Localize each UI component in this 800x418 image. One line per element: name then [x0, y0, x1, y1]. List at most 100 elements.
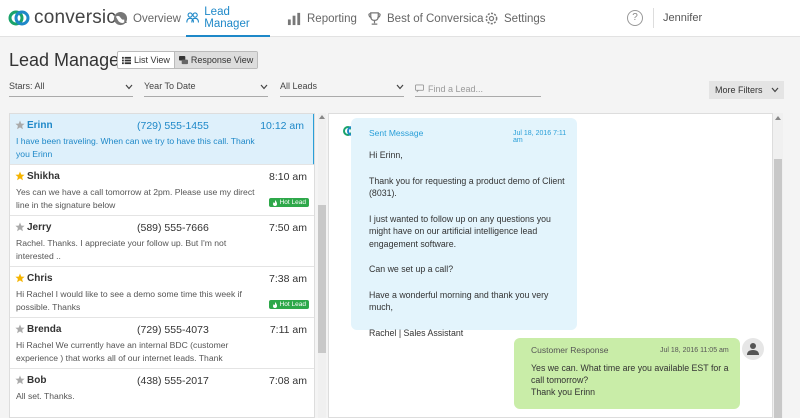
scroll-up-icon[interactable]: [319, 115, 325, 119]
gear-icon: [485, 12, 498, 25]
conversation-scrollbar[interactable]: [773, 113, 783, 418]
lead-list: Erinn (729) 555-1455 10:12 am I have bee…: [9, 113, 315, 418]
stars-filter-value: Stars: All: [9, 81, 45, 91]
lead-item-shikha[interactable]: Shikha 8:10 am Yes can we have a call to…: [10, 165, 314, 216]
scroll-thumb[interactable]: [774, 159, 782, 418]
response-view-button[interactable]: Response View: [173, 52, 258, 68]
hot-lead-label: Hot Lead: [279, 301, 306, 308]
list-view-button[interactable]: List View: [118, 52, 174, 68]
customer-response-bubble: Customer Response Jul 18, 2016 11:05 am …: [514, 338, 740, 409]
message-paragraph: Thank you for requesting a product demo …: [369, 175, 565, 199]
sent-message-body: Hi Erinn, Thank you for requesting a pro…: [369, 149, 569, 352]
lead-name: Erinn: [27, 120, 53, 131]
brand-logo[interactable]: conversica: [8, 7, 127, 29]
bar-chart-icon: [287, 12, 301, 26]
customer-response-body: Yes we can. What time are you available …: [531, 362, 731, 398]
message-paragraph: Have a wonderful morning and thank you v…: [369, 289, 549, 313]
chevron-down-icon: [125, 84, 133, 90]
lead-time: 7:11 am: [269, 324, 307, 336]
page-title: Lead Manager: [9, 50, 126, 70]
sent-message-bubble: Sent Message Jul 18, 2016 7:11 am Hi Eri…: [351, 118, 577, 338]
nav-label: Lead Manager: [204, 5, 250, 30]
lead-time: 7:38 am: [269, 273, 307, 285]
response-line: Thank you Erinn: [531, 387, 596, 397]
nav-overview[interactable]: Overview: [113, 0, 181, 37]
lead-name: Bob: [27, 375, 47, 386]
message-paragraph: I just wanted to follow up on any questi…: [369, 213, 551, 249]
nav-reporting[interactable]: Reporting: [287, 0, 357, 37]
scroll-up-icon[interactable]: [775, 116, 781, 120]
lead-list-scrollbar[interactable]: [318, 113, 326, 418]
leads-filter[interactable]: All Leads: [280, 81, 404, 97]
list-icon: [122, 56, 131, 64]
star-empty-icon[interactable]: [15, 120, 25, 130]
lead-message: Rachel. Thanks. I appreciate your follow…: [16, 238, 227, 261]
lead-name: Shikha: [27, 171, 60, 182]
lead-phone: (438) 555-2017: [137, 375, 209, 387]
lead-time: 7:08 am: [269, 375, 307, 387]
period-filter[interactable]: Year To Date: [144, 81, 268, 97]
chat-bubbles-icon: [178, 55, 188, 64]
conversica-logo-icon: [8, 10, 30, 26]
nav-lead-manager[interactable]: Lead Manager: [186, 0, 270, 37]
lead-message: Hi Rachel I would like to see a demo som…: [16, 289, 242, 312]
lead-name: Chris: [27, 273, 53, 284]
help-icon[interactable]: ?: [627, 10, 643, 26]
lead-message: Hi Rachel We currently have an internal …: [16, 340, 229, 363]
lead-item-brenda[interactable]: Brenda (729) 555-4073 7:11 am Hi Rachel …: [10, 318, 314, 369]
nav-divider: [653, 8, 654, 28]
lead-item-chris[interactable]: Chris 7:38 am Hi Rachel I would like to …: [10, 267, 314, 318]
lead-time: 10:12 am: [260, 120, 304, 132]
lead-phone: (729) 555-4073: [137, 324, 209, 336]
chevron-down-icon: [771, 87, 779, 93]
star-empty-icon[interactable]: [15, 375, 25, 385]
top-nav: conversica Overview Lead Manager Reporti…: [0, 0, 800, 37]
flame-icon: [272, 301, 277, 308]
customer-avatar: [742, 338, 764, 360]
star-empty-icon[interactable]: [15, 324, 25, 334]
conversation-panel: Sent Message Jul 18, 2016 7:11 am Hi Eri…: [328, 113, 773, 418]
customer-response-label: Customer Response: [531, 345, 609, 355]
customer-response-date: Jul 18, 2016 11:05 am: [660, 347, 729, 354]
view-label: List View: [134, 55, 170, 65]
people-icon: [186, 12, 199, 23]
star-empty-icon[interactable]: [15, 222, 25, 232]
more-filters-button[interactable]: More Filters: [709, 81, 784, 99]
hot-lead-badge: Hot Lead: [268, 198, 309, 207]
nav-best-of-conversica[interactable]: Best of Conversica: [367, 0, 484, 37]
nav-label: Reporting: [307, 12, 357, 25]
nav-label: Best of Conversica: [387, 12, 484, 25]
globe-icon: [113, 11, 128, 26]
period-filter-value: Year To Date: [144, 81, 196, 91]
lead-message: All set. Thanks.: [16, 391, 75, 401]
response-line: Yes we can. What time are you available …: [531, 363, 729, 385]
lead-item-jerry[interactable]: Jerry (589) 555-7666 7:50 am Rachel. Tha…: [10, 216, 314, 267]
sent-message-label: Sent Message: [369, 128, 424, 138]
trophy-icon: [368, 12, 381, 25]
flame-icon: [272, 199, 277, 206]
view-label: Response View: [190, 55, 254, 65]
stars-filter[interactable]: Stars: All: [9, 81, 133, 97]
lead-phone: (589) 555-7666: [137, 222, 209, 234]
nav-settings[interactable]: Settings: [484, 0, 546, 37]
lead-item-erinn[interactable]: Erinn (729) 555-1455 10:12 am I have bee…: [10, 114, 314, 165]
view-toggle: List View Response View: [117, 51, 259, 69]
lead-item-bob[interactable]: Bob (438) 555-2017 7:08 am All set. Than…: [10, 369, 314, 417]
scroll-thumb[interactable]: [318, 205, 326, 353]
leads-filter-value: All Leads: [280, 81, 318, 91]
star-filled-icon[interactable]: [15, 273, 25, 283]
more-filters-label: More Filters: [715, 85, 763, 95]
lead-name: Brenda: [27, 324, 62, 335]
person-icon: [747, 343, 759, 355]
lead-name: Jerry: [27, 222, 52, 233]
lead-message: Yes can we have a call tomorrow at 2pm. …: [16, 187, 255, 210]
user-menu[interactable]: Jennifer: [663, 12, 702, 24]
lead-phone: (729) 555-1455: [137, 120, 209, 132]
find-lead-input[interactable]: Find a Lead...: [415, 81, 541, 97]
chevron-down-icon: [396, 84, 404, 90]
nav-label: Settings: [504, 12, 546, 25]
nav-label: Overview: [133, 12, 181, 25]
hot-lead-badge: Hot Lead: [268, 300, 309, 309]
find-lead-placeholder: Find a Lead...: [428, 83, 484, 94]
star-filled-icon[interactable]: [15, 171, 25, 181]
